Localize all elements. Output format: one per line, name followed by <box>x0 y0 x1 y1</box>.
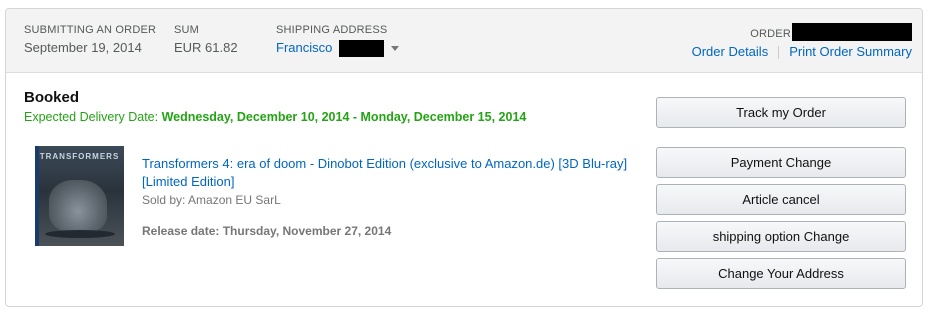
total-label: SUM <box>174 24 200 36</box>
ship-to-label: SHIPPING ADDRESS <box>276 24 388 36</box>
release-date-value: Thursday, November 27, 2014 <box>222 224 392 238</box>
shipment-status: Booked <box>24 89 80 106</box>
product-title-link[interactable]: Transformers 4: era of doom - Dinobot Ed… <box>142 155 642 191</box>
total-column: SUM EUR 61.82 <box>174 23 238 56</box>
product-image-logo: TRANSFORMERS <box>39 152 120 161</box>
ship-to-name[interactable]: Francisco <box>276 40 332 55</box>
redacted-order-number <box>792 23 912 41</box>
order-placed-label: SUBMITTING AN ORDER <box>24 24 157 36</box>
bluray-band <box>35 146 39 246</box>
order-card: SUBMITTING AN ORDER September 19, 2014 S… <box>5 8 923 307</box>
figure-base <box>45 230 115 238</box>
order-number-column: ORDER Order Details Print Order Summary <box>692 23 912 60</box>
track-order-button[interactable]: Track my Order <box>656 97 906 128</box>
order-number-label: ORDER <box>750 28 791 40</box>
cancel-item-button[interactable]: Article cancel <box>656 184 906 215</box>
release-date: Release date: Thursday, November 27, 201… <box>142 224 391 238</box>
order-header: SUBMITTING AN ORDER September 19, 2014 S… <box>6 9 922 73</box>
ship-to-column: SHIPPING ADDRESS Francisco <box>276 23 399 58</box>
dinobot-figure <box>49 180 107 232</box>
link-divider <box>778 46 780 60</box>
order-number-row: ORDER <box>692 23 912 41</box>
release-date-label: Release date: <box>142 224 220 238</box>
change-payment-button[interactable]: Payment Change <box>656 147 906 178</box>
order-details-link[interactable]: Order Details <box>692 44 769 59</box>
total-value: EUR 61.82 <box>174 40 238 55</box>
delivery-label: Expected Delivery Date: <box>24 110 159 124</box>
order-placed-date: September 19, 2014 <box>24 40 142 55</box>
order-links: Order Details Print Order Summary <box>692 44 912 60</box>
change-shipping-option-button[interactable]: shipping option Change <box>656 221 906 252</box>
redacted-name <box>338 40 384 58</box>
print-summary-link[interactable]: Print Order Summary <box>789 44 912 59</box>
change-address-button[interactable]: Change Your Address <box>656 258 906 289</box>
delivery-date-range: Wednesday, December 10, 2014 - Monday, D… <box>161 110 527 124</box>
product-image[interactable]: TRANSFORMERS <box>35 146 124 246</box>
chevron-down-icon[interactable] <box>390 46 399 52</box>
delivery-estimate: Expected Delivery Date: Wednesday, Decem… <box>24 110 526 124</box>
order-placed-column: SUBMITTING AN ORDER September 19, 2014 <box>24 23 156 56</box>
ship-to-dropdown[interactable]: Francisco <box>276 40 399 58</box>
seller-info: Sold by: Amazon EU SarL <box>142 193 281 207</box>
